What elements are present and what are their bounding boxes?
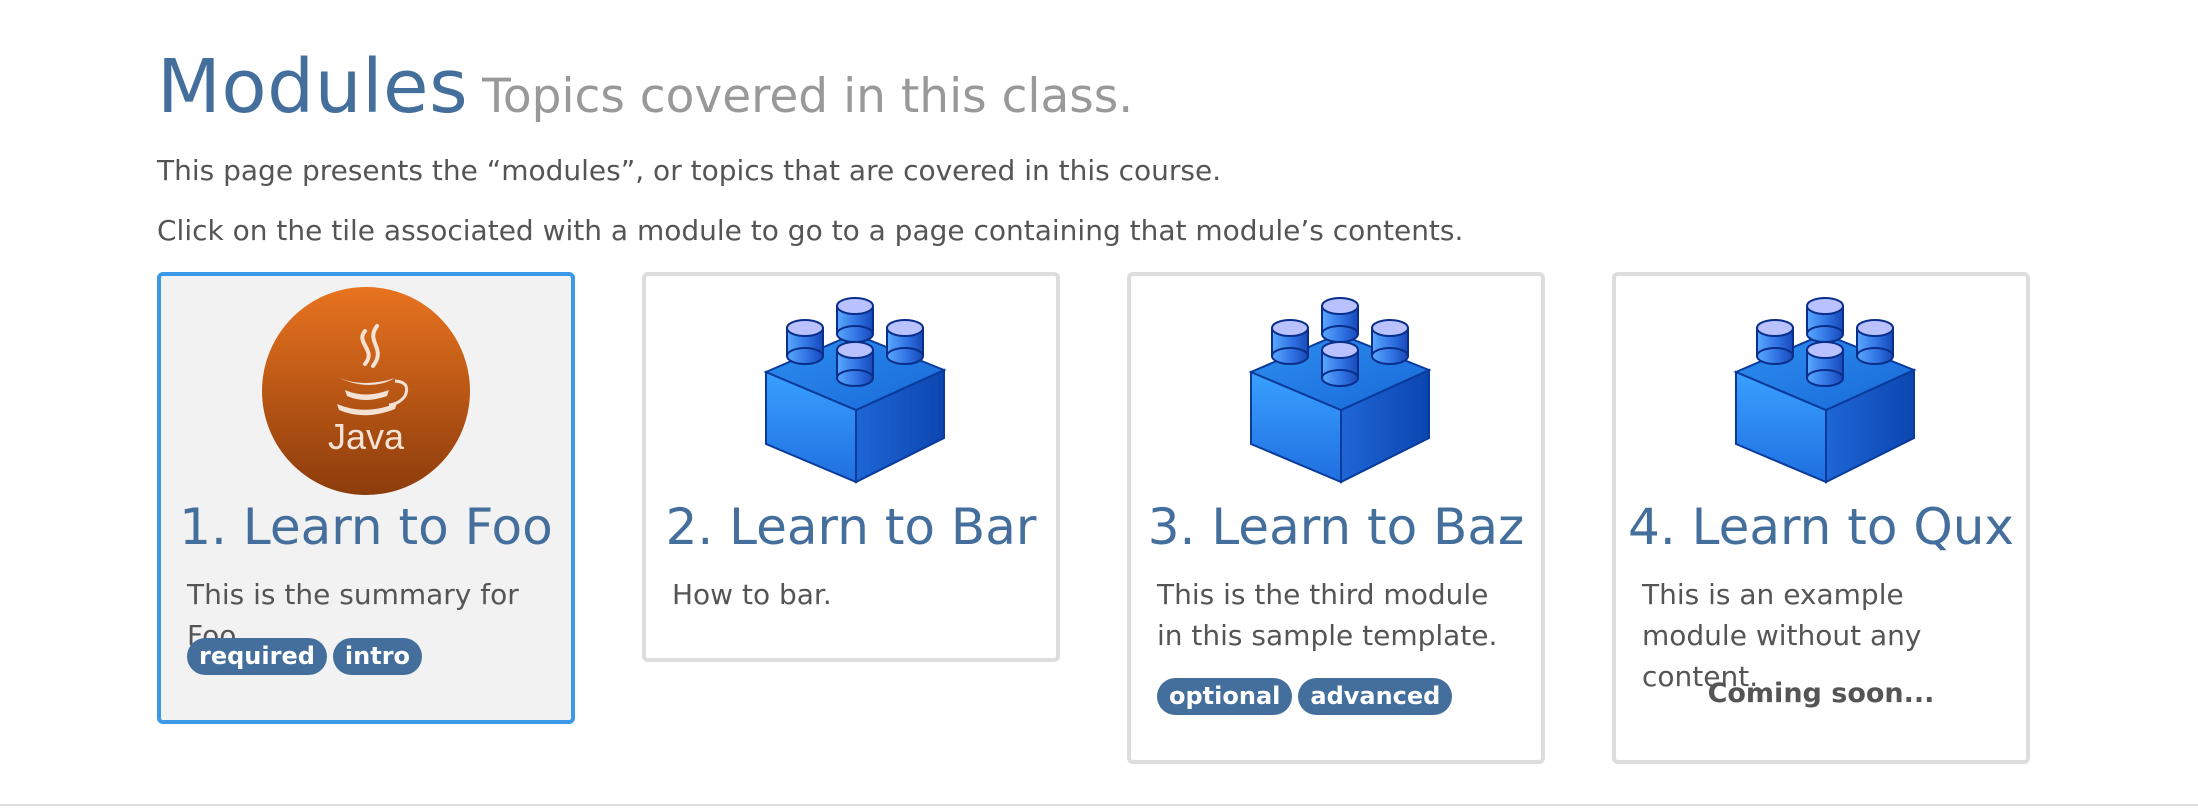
footer-divider	[0, 804, 2198, 806]
building-block-icon	[1616, 286, 2026, 486]
intro-text: This page presents the “modules”, or top…	[157, 154, 1222, 187]
module-title[interactable]: 4. Learn to Qux	[1616, 498, 2026, 556]
tag-badge: intro	[332, 638, 423, 675]
tag-badge: advanced	[1298, 678, 1453, 715]
java-logo-text: Java	[328, 416, 405, 457]
java-logo-icon: Java	[161, 286, 571, 495]
module-summary: How to bar.	[672, 578, 832, 611]
instructions-text: Click on the tile associated with a modu…	[157, 214, 1464, 247]
tag-badge: required	[187, 638, 327, 675]
module-tile-foo[interactable]: Java 1. Learn to Foo This is the summary…	[157, 272, 575, 724]
module-tags: required intro	[187, 638, 428, 675]
coming-soon-label: Coming soon...	[1707, 678, 1935, 709]
tag-badge: optional	[1157, 678, 1293, 715]
module-title[interactable]: 2. Learn to Bar	[646, 498, 1056, 556]
module-tile-baz[interactable]: 3. Learn to Baz This is the third module…	[1127, 272, 1545, 764]
page-subtitle: Topics covered in this class.	[482, 69, 1134, 124]
page-title: Modules	[157, 44, 469, 130]
module-tile-bar[interactable]: 2. Learn to Bar How to bar.	[642, 272, 1060, 662]
building-block-icon	[646, 286, 1056, 486]
module-title[interactable]: 1. Learn to Foo	[161, 498, 571, 556]
page-header: Modules Topics covered in this class.	[157, 44, 1133, 130]
module-tile-qux[interactable]: 4. Learn to Qux This is an example modul…	[1612, 272, 2030, 764]
building-block-icon	[1131, 286, 1541, 486]
module-title[interactable]: 3. Learn to Baz	[1131, 498, 1541, 556]
module-summary: This is the third module in this sample …	[1157, 578, 1498, 652]
module-tags: optional advanced	[1157, 678, 1458, 715]
